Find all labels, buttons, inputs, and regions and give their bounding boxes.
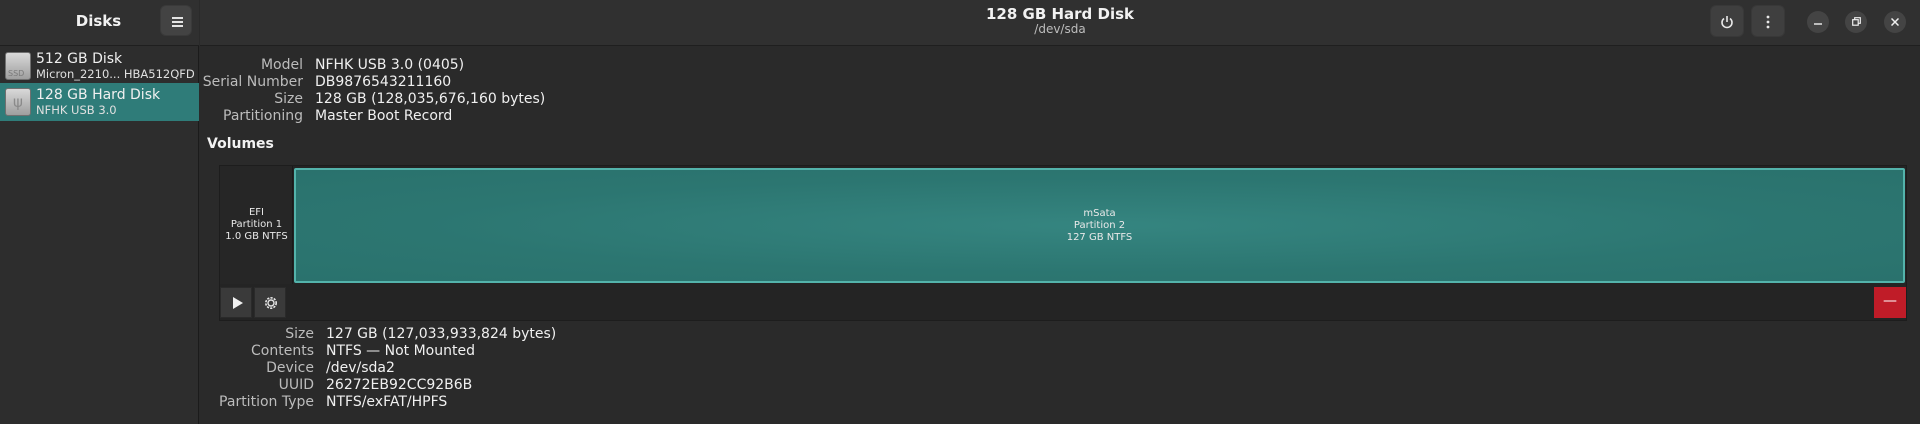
header-bar: 128 GB Hard Disk /dev/sda	[200, 0, 1920, 46]
device-value: /dev/sda2	[326, 360, 395, 376]
volumes-heading: Volumes	[207, 136, 274, 152]
minus-icon: —	[1883, 293, 1897, 309]
disk-model: NFHK USB 3.0	[36, 103, 117, 117]
ssd-drive-icon: SSD	[5, 52, 31, 80]
model-value: NFHK USB 3.0 (0405)	[315, 57, 465, 73]
restore-icon	[1851, 17, 1861, 26]
partition-1-name: EFI	[248, 207, 265, 218]
delete-partition-button[interactable]: —	[1874, 287, 1906, 318]
partition-type-label: Partition Type	[219, 394, 314, 410]
minimize-icon	[1814, 23, 1822, 25]
size-label: Size	[274, 91, 303, 107]
partition-2-name: mSata	[1083, 208, 1116, 219]
partition-1-size: 1.0 GB NTFS	[225, 231, 288, 242]
power-off-button[interactable]	[1710, 5, 1744, 37]
usb-drive-icon: ψ	[5, 88, 31, 116]
mount-button[interactable]	[220, 287, 252, 318]
partition-2-block-selected[interactable]: mSata Partition 2 127 GB NTFS	[294, 168, 1905, 283]
partition-1-text: EFI Partition 1 1.0 GB NTFS	[220, 207, 293, 243]
sidebar-header: Disks	[0, 0, 199, 46]
volume-map: EFI Partition 1 1.0 GB NTFS mSata Partit…	[219, 165, 1907, 321]
serial-number-label: Serial Number	[202, 74, 303, 90]
sidebar: Disks SSD 512 GB Disk Micron_2210... HBA…	[0, 0, 199, 424]
partition-2-number: Partition 2	[1073, 220, 1126, 231]
disk-list-item[interactable]: SSD 512 GB Disk Micron_2210... HBA512QFD	[0, 47, 199, 85]
disk-name: 512 GB Disk	[36, 51, 123, 67]
window-title: 128 GB Hard Disk	[985, 5, 1135, 23]
contents-label: Contents	[251, 343, 314, 359]
play-icon	[233, 297, 243, 309]
gear-icon	[265, 297, 277, 309]
uuid-label: UUID	[278, 377, 314, 393]
size-value: 128 GB (128,035,676,160 bytes)	[315, 91, 546, 107]
device-label: Device	[266, 360, 314, 376]
disk-name: 128 GB Hard Disk	[36, 87, 161, 103]
ssd-icon-label: SSD	[8, 69, 25, 78]
power-icon	[1721, 16, 1733, 29]
disks-window: Disks SSD 512 GB Disk Micron_2210... HBA…	[0, 0, 1920, 424]
partition-1-number: Partition 1	[230, 219, 283, 230]
partitioning-label: Partitioning	[223, 108, 303, 124]
partitioning-value: Master Boot Record	[315, 108, 453, 124]
close-icon	[1890, 17, 1900, 27]
restore-button[interactable]	[1845, 11, 1867, 33]
disk-model: Micron_2210... HBA512QFD	[36, 67, 195, 81]
partition-2-size: 127 GB NTFS	[1066, 232, 1133, 243]
uuid-value: 26272EB92CC92B6B	[326, 377, 473, 393]
drive-options-button[interactable]	[1751, 5, 1785, 37]
partition-1-block[interactable]: EFI Partition 1 1.0 GB NTFS	[220, 166, 293, 284]
partition-type-value: NTFS/exFAT/HPFS	[326, 394, 448, 410]
window-subtitle: /dev/sda	[1034, 22, 1086, 36]
model-label: Model	[260, 57, 303, 73]
minimize-button[interactable]	[1807, 11, 1829, 33]
close-button[interactable]	[1884, 11, 1906, 33]
partition-2-text: mSata Partition 2 127 GB NTFS	[296, 208, 1903, 244]
contents-value: NTFS — Not Mounted	[326, 343, 475, 359]
usb-symbol-icon: ψ	[13, 93, 23, 111]
partition-size-label: Size	[285, 326, 314, 342]
partition-settings-button[interactable]	[254, 287, 286, 318]
kebab-menu-icon	[1766, 15, 1770, 29]
main-menu-button[interactable]	[160, 5, 192, 36]
disk-list-item-selected[interactable]: ψ 128 GB Hard Disk NFHK USB 3.0	[0, 83, 199, 121]
serial-number-value: DB9876543211160	[315, 74, 452, 90]
partition-size-value: 127 GB (127,033,933,824 bytes)	[326, 326, 557, 342]
